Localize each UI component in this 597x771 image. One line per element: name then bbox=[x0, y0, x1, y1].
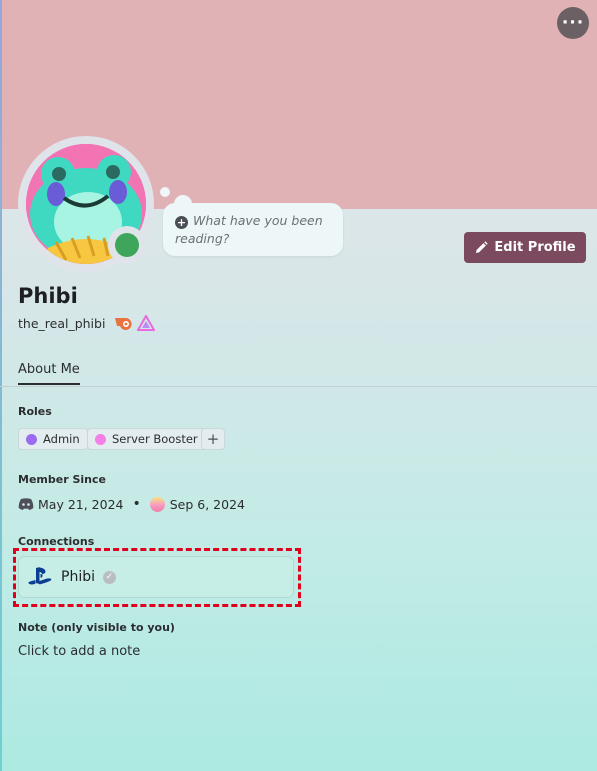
server-icon bbox=[149, 496, 165, 512]
plus-icon: + bbox=[206, 430, 220, 448]
roles-heading: Roles bbox=[18, 405, 52, 418]
username[interactable]: the_real_phibi bbox=[18, 316, 105, 331]
add-role-button[interactable]: + bbox=[201, 428, 225, 450]
edit-profile-label: Edit Profile bbox=[494, 240, 576, 255]
more-options-button[interactable]: ··· bbox=[557, 7, 589, 39]
role-color-dot bbox=[26, 433, 37, 445]
server-join-date: Sep 6, 2024 bbox=[169, 496, 245, 512]
pencil-icon bbox=[476, 240, 489, 253]
highlight-annotation-box bbox=[13, 548, 301, 607]
edit-profile-button[interactable]: Edit Profile bbox=[464, 232, 586, 263]
discord-logo-icon bbox=[18, 498, 34, 510]
nitro-triangle-badge-icon[interactable] bbox=[137, 315, 155, 331]
role-label: Server Booster bbox=[112, 432, 198, 446]
status-indicator bbox=[108, 226, 146, 264]
status-bubble[interactable]: + What have you been reading? bbox=[163, 203, 343, 256]
member-since-row: May 21, 2024 • Sep 6, 2024 bbox=[18, 494, 245, 514]
date-separator: • bbox=[132, 496, 141, 512]
note-heading: Note (only visible to you) bbox=[18, 621, 175, 634]
avatar[interactable] bbox=[18, 136, 154, 272]
display-name: Phibi bbox=[18, 284, 78, 308]
online-status-dot bbox=[115, 233, 139, 257]
role-admin[interactable]: Admin bbox=[18, 428, 88, 450]
plus-circle-icon: + bbox=[175, 216, 188, 229]
thought-dot-small bbox=[160, 187, 170, 197]
connections-heading: Connections bbox=[18, 535, 95, 548]
hypesquad-badge-icon[interactable] bbox=[114, 315, 132, 331]
role-color-dot bbox=[95, 433, 106, 445]
status-bubble-text: What have you been reading? bbox=[175, 213, 323, 246]
role-label: Admin bbox=[43, 432, 80, 446]
discord-join-date: May 21, 2024 bbox=[38, 496, 124, 512]
member-since-heading: Member Since bbox=[18, 473, 106, 486]
tab-about-me[interactable]: About Me bbox=[18, 362, 80, 385]
note-input[interactable]: Click to add a note bbox=[18, 644, 140, 659]
tab-divider bbox=[0, 386, 597, 387]
ellipsis-icon: ··· bbox=[561, 13, 585, 33]
role-server-booster[interactable]: Server Booster bbox=[87, 428, 206, 450]
